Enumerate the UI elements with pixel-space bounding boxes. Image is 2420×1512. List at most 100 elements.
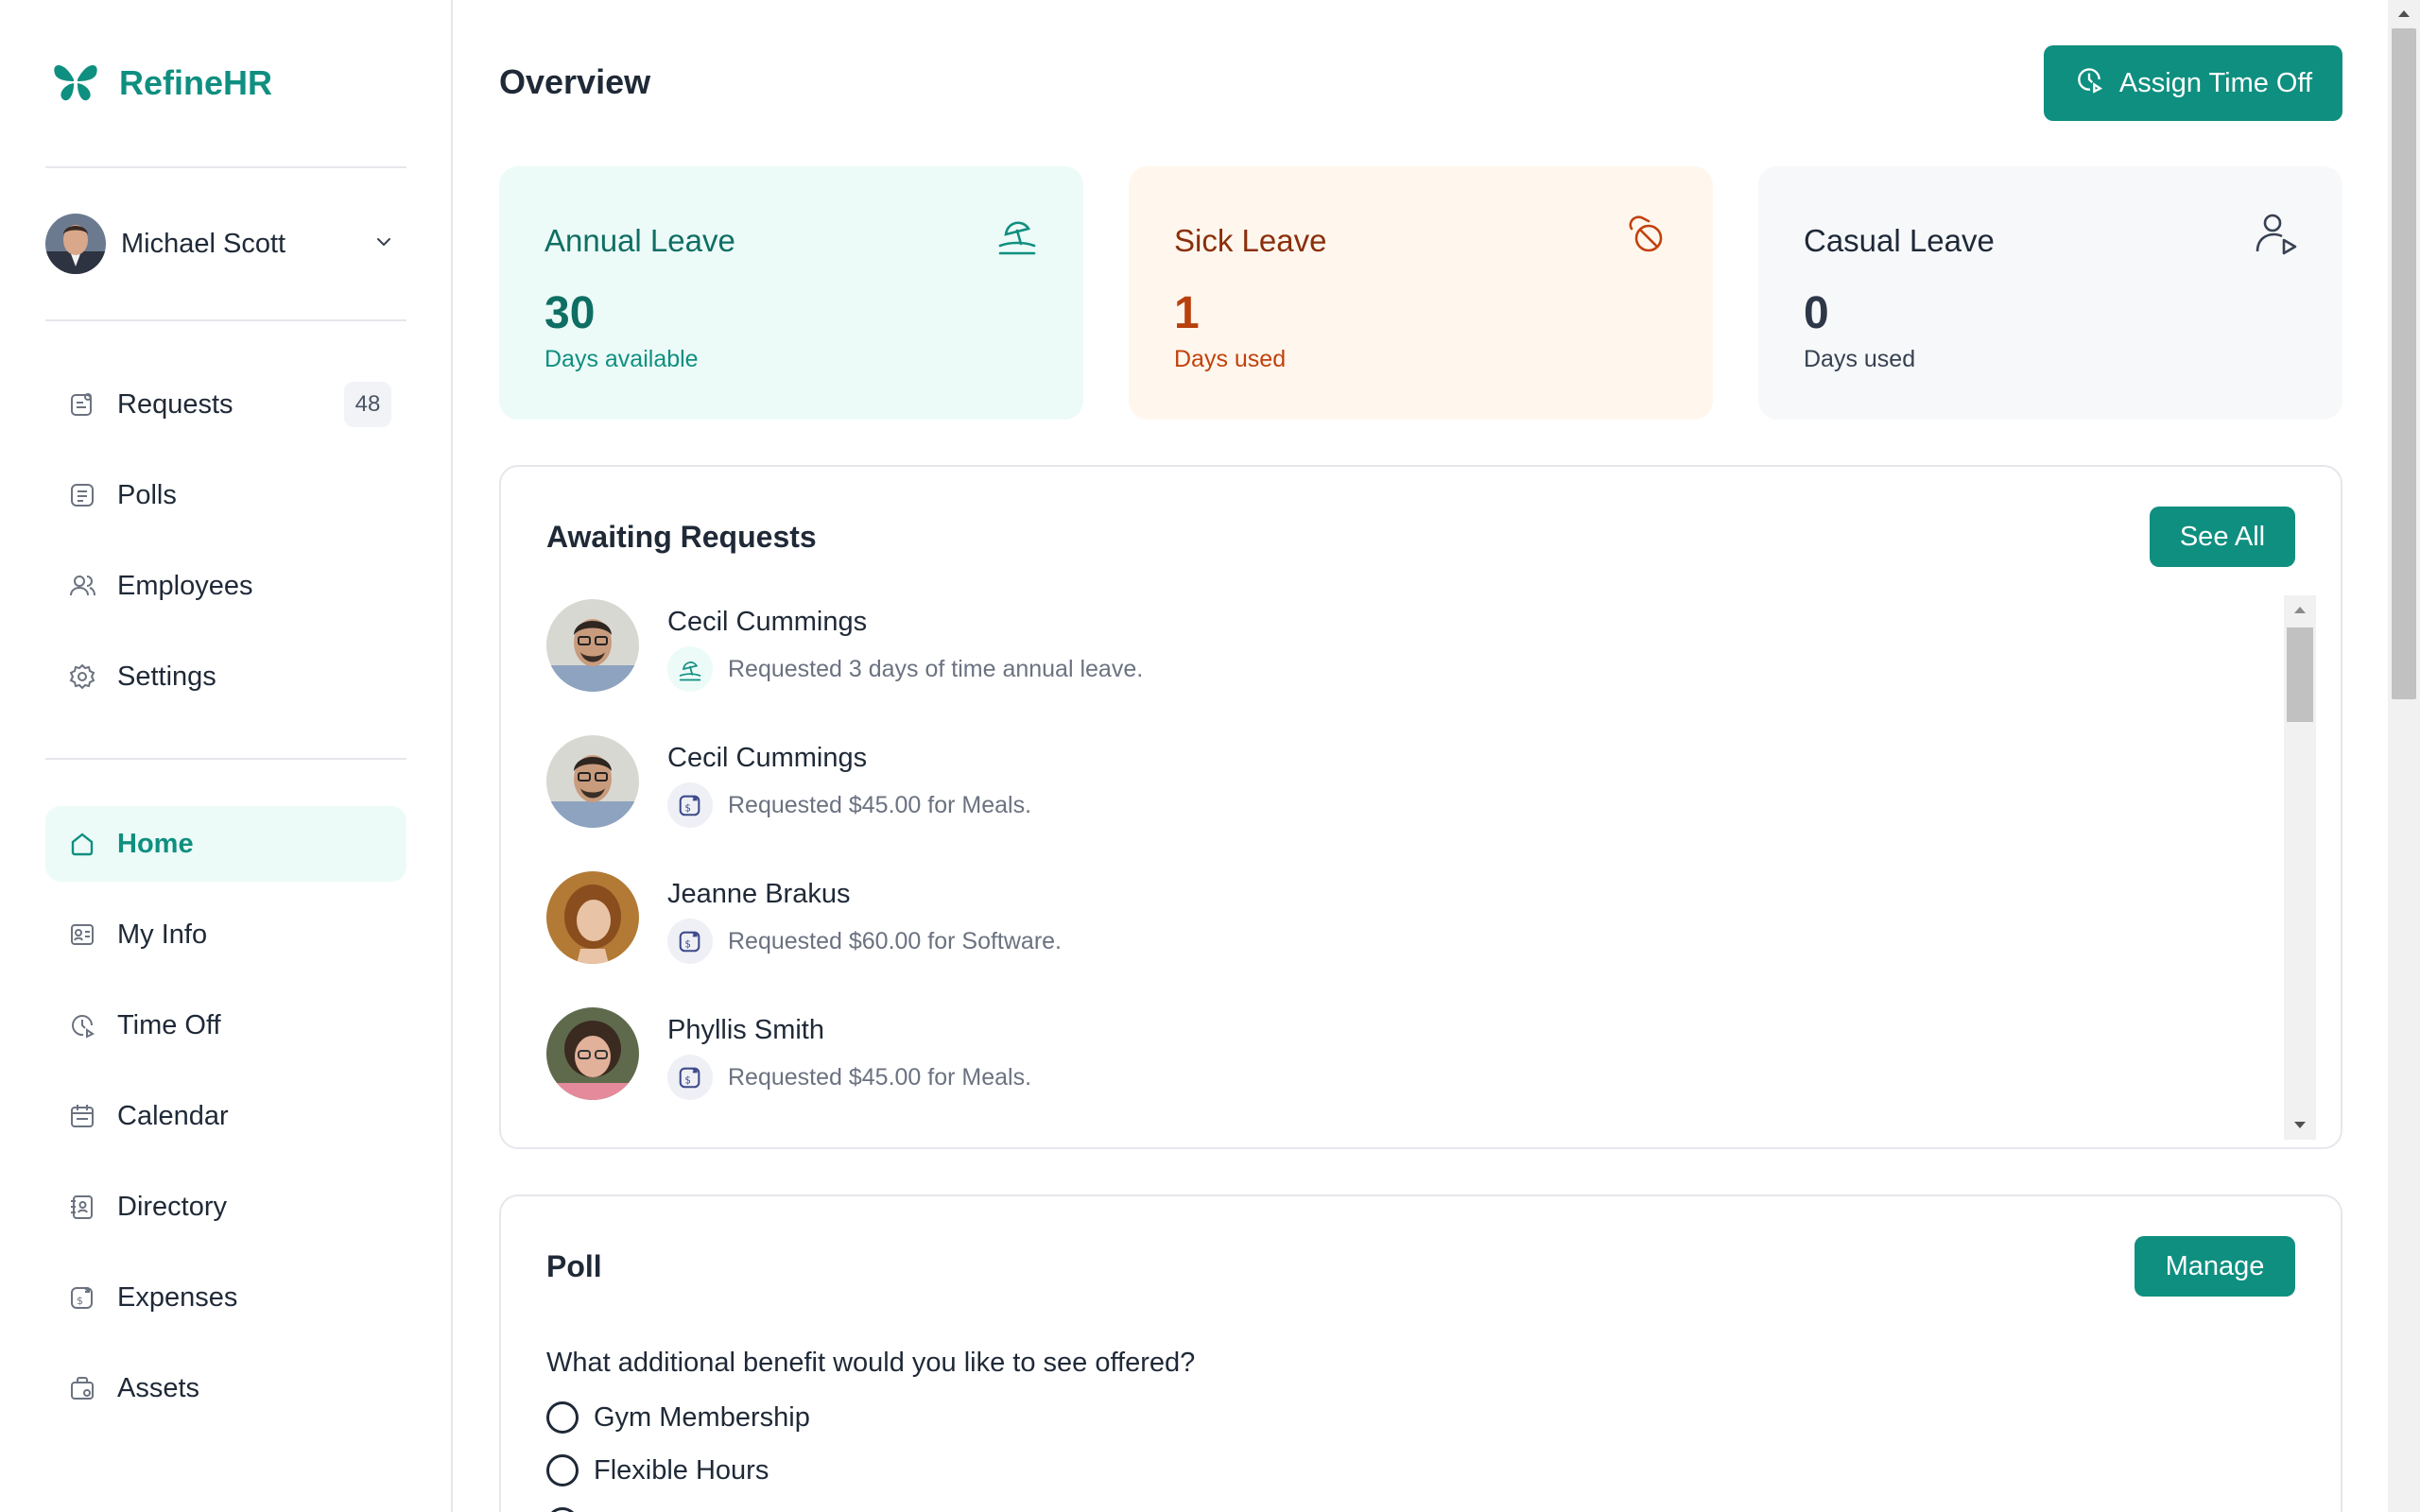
- card-value: 0: [1804, 288, 1829, 338]
- divider: [45, 319, 406, 321]
- chevron-down-icon[interactable]: [372, 231, 395, 258]
- sidebar-item-polls[interactable]: Polls: [45, 457, 406, 533]
- calendar-icon: [66, 1100, 98, 1132]
- scroll-down-arrow-icon[interactable]: [2284, 1111, 2316, 1140]
- card-title: Sick Leave: [1174, 223, 1327, 258]
- sidebar-item-assets[interactable]: Assets: [45, 1350, 406, 1426]
- sidebar-item-label: Expenses: [117, 1281, 238, 1313]
- sidebar: RefineHR Michael Scott Requests 48 Polls…: [0, 0, 453, 1512]
- polls-icon: [66, 479, 98, 511]
- user-name: Michael Scott: [121, 228, 286, 259]
- sick-leave-card: Sick Leave 1 Days used: [1129, 166, 1713, 420]
- card-subtitle: Days used: [1174, 346, 1287, 372]
- request-name: Phyllis Smith: [667, 1015, 824, 1045]
- sidebar-item-label: Home: [117, 828, 194, 859]
- requests-scrollbar[interactable]: [2284, 595, 2316, 1140]
- card-subtitle: Days available: [544, 346, 699, 372]
- time-off-icon: [66, 1009, 98, 1041]
- sidebar-item-label: Time Off: [117, 1009, 221, 1040]
- time-off-icon: [2074, 64, 2104, 102]
- radio-button[interactable]: [546, 1507, 579, 1512]
- poll-question: What additional benefit would you like t…: [546, 1348, 1196, 1378]
- expenses-icon: $: [667, 1055, 713, 1100]
- sidebar-item-label: My Info: [117, 919, 208, 950]
- see-all-button[interactable]: See All: [2150, 507, 2295, 567]
- card-value: 30: [544, 288, 596, 338]
- page-title: Overview: [499, 62, 651, 101]
- expenses-icon: $: [667, 782, 713, 828]
- brand-name: RefineHR: [119, 63, 273, 102]
- user-play-icon: [2252, 210, 2301, 259]
- svg-text:$: $: [684, 803, 691, 815]
- avatar: [546, 735, 639, 828]
- settings-icon: [66, 661, 98, 693]
- radio-button[interactable]: [546, 1454, 579, 1486]
- id-card-icon: [66, 919, 98, 951]
- sidebar-item-label: Settings: [117, 661, 216, 692]
- panel-title: Awaiting Requests: [546, 520, 817, 554]
- poll-option[interactable]: [546, 1504, 594, 1512]
- poll-panel: Poll Manage What additional benefit woul…: [499, 1194, 2342, 1512]
- request-name: Cecil Cummings: [667, 743, 868, 773]
- sidebar-item-label: Assets: [117, 1372, 200, 1403]
- sidebar-item-expenses[interactable]: $ Expenses: [45, 1260, 406, 1335]
- casual-leave-card: Casual Leave 0 Days used: [1758, 166, 2342, 420]
- assign-time-off-button[interactable]: Assign Time Off: [2044, 45, 2342, 121]
- home-icon: [66, 828, 98, 860]
- user-avatar: [45, 214, 106, 274]
- scroll-thumb[interactable]: [2392, 28, 2416, 699]
- requests-count-badge: 48: [344, 382, 391, 427]
- panel-title: Poll: [546, 1249, 602, 1283]
- poll-option[interactable]: Flexible Hours: [546, 1452, 769, 1489]
- avatar: [546, 599, 639, 692]
- request-item[interactable]: Phyllis Smith $ Requested $45.00 for Mea…: [546, 1007, 2248, 1102]
- user-menu[interactable]: Michael Scott: [45, 213, 395, 275]
- request-description: Requested $45.00 for Meals.: [728, 792, 1032, 818]
- sidebar-item-calendar[interactable]: Calendar: [45, 1078, 406, 1154]
- butterfly-logo-icon: [51, 57, 100, 111]
- poll-option-label: Gym Membership: [594, 1401, 810, 1433]
- assets-icon: [66, 1372, 98, 1404]
- directory-icon: [66, 1191, 98, 1223]
- brand[interactable]: RefineHR: [51, 57, 272, 110]
- card-title: Annual Leave: [544, 223, 735, 258]
- request-description: Requested $60.00 for Software.: [728, 928, 1063, 954]
- card-value: 1: [1174, 288, 1200, 338]
- request-description: Requested 3 days of time annual leave.: [728, 656, 1144, 682]
- sidebar-item-home[interactable]: Home: [45, 806, 406, 882]
- card-subtitle: Days used: [1804, 346, 1916, 372]
- scroll-up-arrow-icon[interactable]: [2284, 595, 2316, 624]
- sidebar-item-employees[interactable]: Employees: [45, 548, 406, 624]
- manage-poll-button[interactable]: Manage: [2135, 1236, 2295, 1297]
- sidebar-item-requests[interactable]: Requests 48: [45, 367, 406, 442]
- sidebar-item-label: Directory: [117, 1191, 228, 1222]
- scroll-up-arrow-icon[interactable]: [2388, 0, 2420, 26]
- svg-text:$: $: [684, 939, 691, 951]
- card-title: Casual Leave: [1804, 223, 1995, 258]
- request-item[interactable]: Jeanne Brakus $ Requested $60.00 for Sof…: [546, 871, 2248, 966]
- sidebar-item-directory[interactable]: Directory: [45, 1169, 406, 1245]
- request-item[interactable]: Cecil Cummings $ Requested $45.00 for Me…: [546, 735, 2248, 830]
- radio-button[interactable]: [546, 1401, 579, 1434]
- poll-option-label: Flexible Hours: [594, 1454, 769, 1486]
- sidebar-item-my-info[interactable]: My Info: [45, 897, 406, 972]
- divider: [45, 166, 406, 168]
- sidebar-item-label: Requests: [117, 388, 233, 420]
- scroll-thumb[interactable]: [2287, 627, 2313, 722]
- sidebar-item-settings[interactable]: Settings: [45, 639, 406, 714]
- poll-option[interactable]: Gym Membership: [546, 1399, 810, 1436]
- sidebar-item-label: Polls: [117, 479, 177, 510]
- avatar: [546, 871, 639, 964]
- sidebar-item-label: Employees: [117, 570, 253, 601]
- request-item[interactable]: Cecil Cummings Requested 3 days of time …: [546, 599, 2248, 694]
- page-scrollbar[interactable]: [2388, 0, 2420, 1512]
- beach-icon: [667, 646, 713, 692]
- svg-text:$: $: [684, 1075, 691, 1087]
- annual-leave-card: Annual Leave 30 Days available: [499, 166, 1083, 420]
- assign-time-off-label: Assign Time Off: [2118, 67, 2313, 98]
- sidebar-item-time-off[interactable]: Time Off: [45, 988, 406, 1063]
- awaiting-requests-panel: Awaiting Requests See All Cecil Cummings…: [499, 465, 2342, 1149]
- avatar: [546, 1007, 639, 1100]
- expenses-icon: $: [66, 1281, 98, 1314]
- request-description: Requested $45.00 for Meals.: [728, 1064, 1032, 1091]
